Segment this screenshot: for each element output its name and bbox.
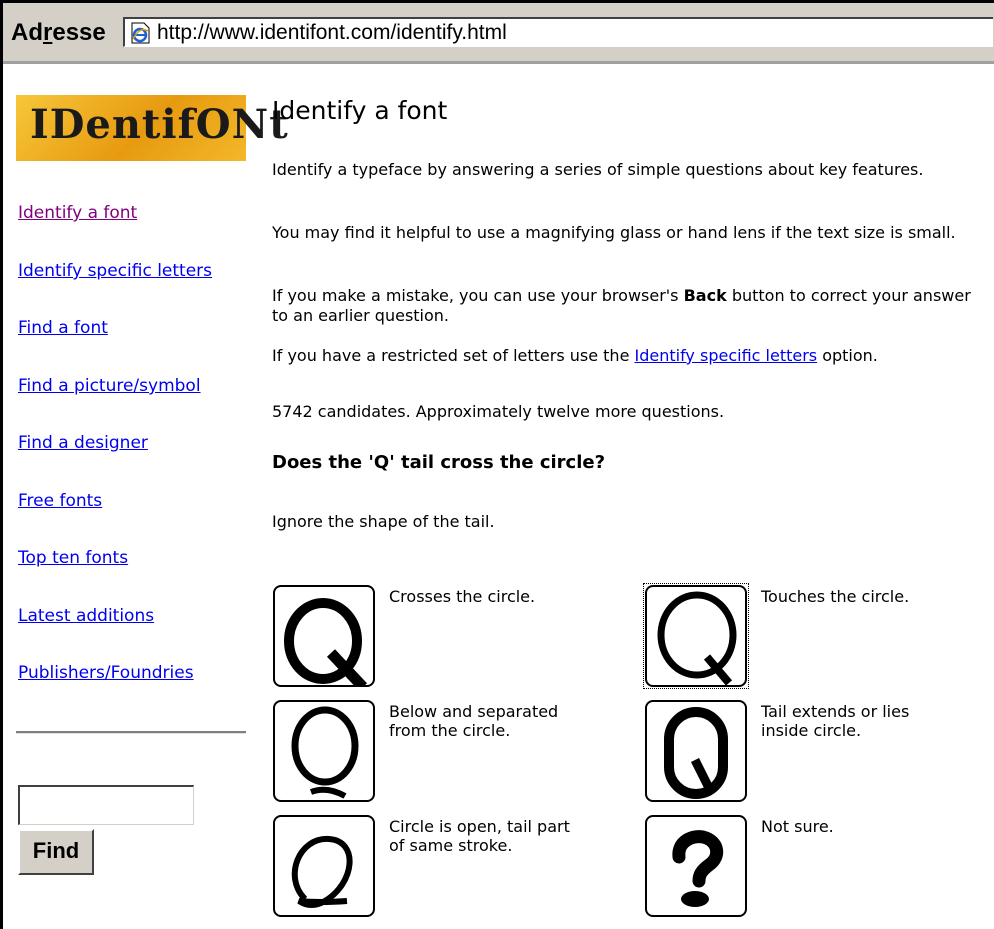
nav-top-ten-fonts[interactable]: Top ten fonts [18, 548, 128, 568]
url-field[interactable]: http://www.identifont.com/identify.html [123, 17, 993, 47]
back-keyword: Back [683, 286, 727, 305]
option-label: Touches the circle. [761, 587, 910, 606]
q-open-icon[interactable] [273, 815, 375, 917]
identifont-logo[interactable]: IDentifONt [16, 95, 288, 161]
address-label: Adresse [11, 19, 106, 46]
ie-page-icon [131, 22, 150, 44]
url-text: http://www.identifont.com/identify.html [157, 21, 507, 44]
option-label: Below and separated from the circle. [389, 702, 559, 740]
nav-find-font[interactable]: Find a font [18, 318, 108, 338]
question-hint: Ignore the shape of the tail. [272, 512, 495, 531]
search-input[interactable] [18, 785, 194, 825]
option-not-sure[interactable]: Not sure. [645, 815, 945, 921]
intro-text: Identify a typeface by answering a serie… [272, 160, 924, 179]
nav-find-designer[interactable]: Find a designer [18, 433, 148, 453]
sidebar-divider [16, 731, 246, 734]
logo-text: IDentifONt [30, 101, 289, 148]
q-inside-icon[interactable] [645, 700, 747, 802]
nav-find-picture-symbol[interactable]: Find a picture/symbol [18, 376, 201, 396]
candidates-count: 5742 candidates. Approximately twelve mo… [272, 402, 725, 421]
address-bar: Adresse http://www.identifont.com/identi… [3, 3, 994, 62]
option-touches[interactable]: Touches the circle. [643, 583, 945, 691]
q-touches-icon[interactable] [645, 585, 747, 687]
q-below-icon[interactable] [273, 700, 375, 802]
option-label: Crosses the circle. [389, 587, 536, 606]
nav-identify-specific-letters[interactable]: Identify specific letters [18, 261, 212, 281]
question-mark-icon[interactable] [645, 815, 747, 917]
find-button[interactable]: Find [18, 829, 94, 875]
toolbar-separator [3, 61, 994, 64]
window-border-left [0, 0, 3, 929]
option-open[interactable]: Circle is open, tail part of same stroke… [273, 815, 573, 921]
option-label: Circle is open, tail part of same stroke… [389, 817, 570, 855]
mistake-tip: If you make a mistake, you can use your … [272, 286, 971, 325]
identify-specific-letters-link[interactable]: Identify specific letters [635, 346, 818, 365]
nav-publishers-foundries[interactable]: Publishers/Foundries [18, 663, 194, 683]
option-label: Not sure. [761, 817, 834, 836]
nav-latest-additions[interactable]: Latest additions [18, 606, 154, 626]
option-label: Tail extends or lies inside circle. [761, 702, 910, 740]
restricted-tip: If you have a restricted set of letters … [272, 346, 878, 365]
option-crosses[interactable]: Crosses the circle. [273, 585, 573, 691]
nav-free-fonts[interactable]: Free fonts [18, 491, 102, 511]
nav-identify-font[interactable]: Identify a font [18, 203, 137, 223]
q-crosses-icon[interactable] [273, 585, 375, 687]
option-below[interactable]: Below and separated from the circle. [273, 700, 573, 806]
option-inside[interactable]: Tail extends or lies inside circle. [645, 700, 945, 806]
page-title: Identify a font [272, 96, 448, 125]
magnify-tip: You may find it helpful to use a magnify… [272, 223, 956, 242]
question-heading: Does the 'Q' tail cross the circle? [272, 452, 606, 473]
